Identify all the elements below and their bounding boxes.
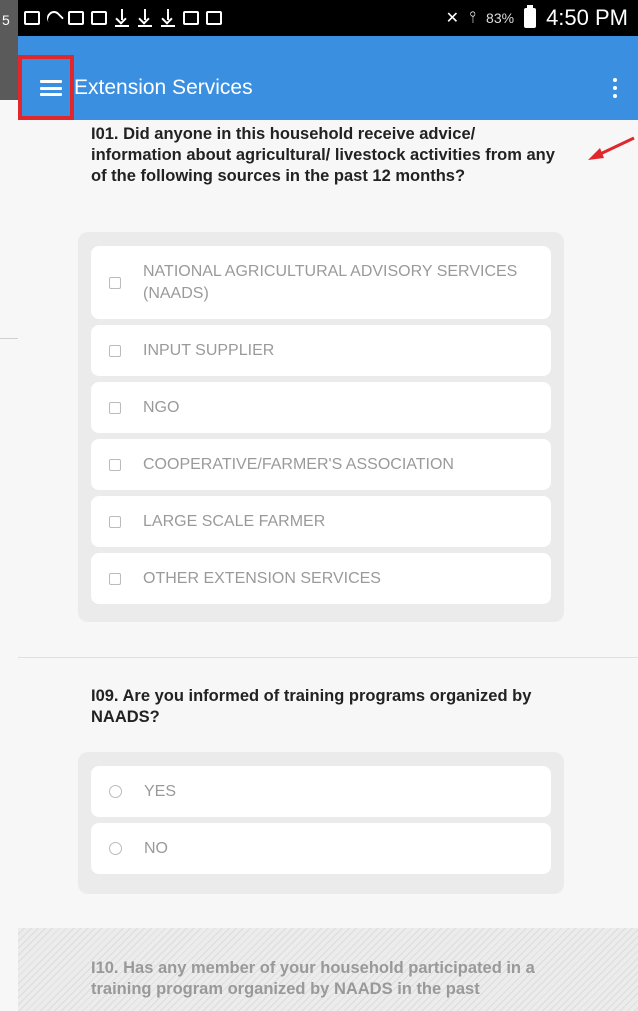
app-bar: Extension Services: [18, 36, 638, 120]
image-icon: [68, 11, 84, 25]
option-label: NATIONAL AGRICULTURAL ADVISORY SERVICES …: [143, 262, 518, 302]
wifi-calling-icon: [44, 8, 64, 28]
option-label: LARGE SCALE FARMER: [143, 512, 326, 530]
edge-divider: [0, 338, 18, 339]
signal-icon: ⫯: [469, 9, 477, 26]
question-i10: I10. Has any member of your household pa…: [91, 959, 535, 998]
app-bar-title: Extension Services: [74, 76, 253, 99]
notification-icons: [18, 8, 222, 28]
form-content[interactable]: I01. Did anyone in this household receiv…: [18, 120, 638, 1011]
battery-percent: 83%: [486, 10, 515, 26]
checkbox-icon[interactable]: [109, 458, 121, 471]
edge-tab-text: 5: [2, 12, 10, 28]
clock: 4:50 PM: [546, 5, 628, 30]
checkbox-option[interactable]: INPUT SUPPLIER: [91, 325, 551, 376]
checkbox-group-i01: NATIONAL AGRICULTURAL ADVISORY SERVICES …: [78, 232, 564, 622]
bag-icon: [183, 11, 199, 25]
checkbox-option[interactable]: LARGE SCALE FARMER: [91, 496, 551, 547]
checkbox-option[interactable]: OTHER EXTENSION SERVICES: [91, 553, 551, 604]
bag-icon: [206, 11, 222, 25]
screen: 5 ✕ ⫯ 83% 4:50 PM Extension Services I01…: [0, 0, 638, 1011]
mail-icon: [91, 11, 107, 25]
annotation-highlight-box: [18, 55, 74, 120]
option-label: COOPERATIVE/FARMER'S ASSOCIATION: [143, 455, 454, 473]
download-icon: [160, 9, 176, 27]
radio-option-no[interactable]: NO: [91, 823, 551, 874]
mute-icon: ✕: [445, 10, 460, 27]
battery-icon: [524, 5, 537, 28]
more-vertical-icon[interactable]: [613, 78, 618, 98]
option-label: INPUT SUPPLIER: [143, 341, 275, 359]
checkbox-icon[interactable]: [109, 515, 121, 528]
checkbox-icon[interactable]: [109, 344, 121, 357]
radio-icon[interactable]: [109, 842, 122, 855]
option-label: NGO: [143, 398, 180, 416]
background-window: [0, 0, 18, 1011]
question-i09: I09. Are you informed of training progra…: [91, 687, 532, 726]
radio-icon[interactable]: [109, 785, 122, 798]
question-i01: I01. Did anyone in this household receiv…: [91, 125, 555, 185]
radio-option-yes[interactable]: YES: [91, 766, 551, 817]
checkbox-icon[interactable]: [109, 401, 121, 414]
section-divider: [18, 657, 638, 658]
cast-icon: [24, 11, 40, 25]
radio-group-i09: YES NO: [78, 752, 564, 894]
checkbox-option[interactable]: NATIONAL AGRICULTURAL ADVISORY SERVICES …: [91, 246, 551, 319]
download-icon: [114, 9, 130, 27]
status-bar: ✕ ⫯ 83% 4:50 PM: [18, 0, 638, 36]
checkbox-option[interactable]: COOPERATIVE/FARMER'S ASSOCIATION: [91, 439, 551, 490]
checkbox-option[interactable]: NGO: [91, 382, 551, 433]
checkbox-icon[interactable]: [109, 572, 121, 585]
option-label: NO: [144, 839, 168, 857]
option-label: YES: [144, 782, 177, 800]
download-icon: [137, 9, 153, 27]
system-icons: ✕ ⫯ 83% 4:50 PM: [446, 5, 638, 31]
checkbox-icon[interactable]: [109, 276, 121, 289]
option-label: OTHER EXTENSION SERVICES: [143, 569, 381, 587]
edge-tab: 5: [0, 0, 18, 100]
annotation-arrow: [588, 136, 635, 160]
